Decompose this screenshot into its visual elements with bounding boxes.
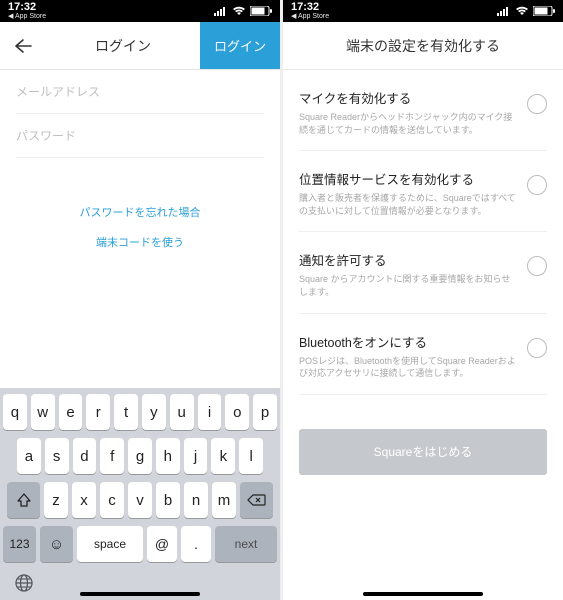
- keyboard-row-1: q w e r t y u i o p: [3, 394, 277, 430]
- key-y[interactable]: y: [142, 394, 166, 430]
- key-e[interactable]: e: [59, 394, 83, 430]
- setting-notifications[interactable]: 通知を許可する Square からアカウントに関する重要情報をお知らせします。: [299, 232, 547, 313]
- setting-desc: Square からアカウントに関する重要情報をお知らせします。: [299, 273, 517, 298]
- setting-title: マイクを有効化する: [299, 88, 517, 107]
- globe-icon[interactable]: [13, 572, 35, 594]
- key-backspace[interactable]: [240, 482, 273, 518]
- key-at[interactable]: @: [147, 526, 177, 562]
- wifi-icon: [515, 6, 529, 16]
- device-code-link[interactable]: 端末コードを使う: [0, 234, 280, 250]
- password-field[interactable]: パスワード: [16, 114, 264, 158]
- forgot-password-link[interactable]: パスワードを忘れた場合: [0, 204, 280, 220]
- key-r[interactable]: r: [86, 394, 110, 430]
- key-next[interactable]: next: [215, 526, 277, 562]
- key-m[interactable]: m: [212, 482, 236, 518]
- status-bar: 17:32 ◀ App Store: [0, 0, 280, 22]
- key-s[interactable]: s: [45, 438, 69, 474]
- login-form: メールアドレス パスワード: [0, 70, 280, 158]
- keyboard-row-3: z x c v b n m: [3, 482, 277, 518]
- wifi-icon: [232, 6, 246, 16]
- radio-icon[interactable]: [527, 175, 547, 195]
- phone-login: 17:32 ◀ App Store ログイン ログイン メールアドレス パスワー…: [0, 0, 280, 600]
- key-v[interactable]: v: [128, 482, 152, 518]
- key-p[interactable]: p: [253, 394, 277, 430]
- key-emoji[interactable]: ☺: [40, 526, 73, 562]
- setting-desc: 購入者と販売者を保護するために、Squareではすべての支払いに対して位置情報が…: [299, 192, 517, 217]
- status-home[interactable]: ◀ App Store: [291, 13, 329, 20]
- key-shift[interactable]: [7, 482, 40, 518]
- key-u[interactable]: u: [170, 394, 194, 430]
- settings-list: マイクを有効化する Square Readerからヘッドホンジャック内のマイク接…: [283, 70, 563, 395]
- key-space[interactable]: space: [77, 526, 143, 562]
- key-n[interactable]: n: [184, 482, 208, 518]
- key-x[interactable]: x: [72, 482, 96, 518]
- status-bar: 17:32 ◀ App Store: [283, 0, 563, 22]
- key-w[interactable]: w: [31, 394, 55, 430]
- setting-title: 通知を許可する: [299, 250, 517, 269]
- setting-desc: POSレジは、Bluetoothを使用してSquare Readerおよび対応ア…: [299, 355, 517, 380]
- setting-location[interactable]: 位置情報サービスを有効化する 購入者と販売者を保護するために、Squareではす…: [299, 151, 547, 232]
- key-t[interactable]: t: [114, 394, 138, 430]
- key-j[interactable]: j: [184, 438, 208, 474]
- key-b[interactable]: b: [156, 482, 180, 518]
- home-indicator[interactable]: [80, 592, 200, 596]
- setting-bluetooth[interactable]: Bluetoothをオンにする POSレジは、Bluetoothを使用してSqu…: [299, 314, 547, 395]
- key-z[interactable]: z: [44, 482, 68, 518]
- keyboard-row-4: 123 ☺ space @ . next: [3, 526, 277, 562]
- radio-icon[interactable]: [527, 338, 547, 358]
- key-g[interactable]: g: [128, 438, 152, 474]
- login-header: ログイン ログイン: [0, 22, 280, 70]
- keyboard-row-2: a s d f g h j k l: [3, 438, 277, 474]
- email-field[interactable]: メールアドレス: [16, 70, 264, 114]
- radio-icon[interactable]: [527, 256, 547, 276]
- header-title: ログイン: [46, 22, 200, 69]
- settings-title: 端末の設定を有効化する: [283, 22, 563, 70]
- home-indicator[interactable]: [363, 592, 483, 596]
- start-square-button[interactable]: Squareをはじめる: [299, 429, 547, 475]
- key-l[interactable]: l: [239, 438, 263, 474]
- setting-desc: Square Readerからヘッドホンジャック内のマイク接続を通じてカードの情…: [299, 111, 517, 136]
- signal-icon: [214, 7, 228, 16]
- status-time: 17:32: [291, 2, 319, 13]
- key-d[interactable]: d: [73, 438, 97, 474]
- key-a[interactable]: a: [17, 438, 41, 474]
- key-123[interactable]: 123: [3, 526, 36, 562]
- key-o[interactable]: o: [225, 394, 249, 430]
- setting-microphone[interactable]: マイクを有効化する Square Readerからヘッドホンジャック内のマイク接…: [299, 70, 547, 151]
- key-dot[interactable]: .: [181, 526, 211, 562]
- key-c[interactable]: c: [100, 482, 124, 518]
- battery-icon: [533, 6, 555, 16]
- phone-settings: 17:32 ◀ App Store 端末の設定を有効化する マイクを有効化する …: [283, 0, 563, 600]
- login-submit-button[interactable]: ログイン: [200, 22, 280, 69]
- battery-icon: [250, 6, 272, 16]
- key-f[interactable]: f: [100, 438, 124, 474]
- key-q[interactable]: q: [3, 394, 27, 430]
- setting-title: Bluetoothをオンにする: [299, 332, 517, 351]
- key-h[interactable]: h: [156, 438, 180, 474]
- status-time: 17:32: [8, 2, 36, 13]
- login-links: パスワードを忘れた場合 端末コードを使う: [0, 190, 280, 264]
- setting-title: 位置情報サービスを有効化する: [299, 169, 517, 188]
- status-home[interactable]: ◀ App Store: [8, 13, 46, 20]
- back-button[interactable]: [0, 22, 46, 69]
- key-i[interactable]: i: [198, 394, 222, 430]
- signal-icon: [497, 7, 511, 16]
- keyboard: q w e r t y u i o p a s d f g h j k l z: [0, 388, 280, 600]
- key-k[interactable]: k: [211, 438, 235, 474]
- radio-icon[interactable]: [527, 94, 547, 114]
